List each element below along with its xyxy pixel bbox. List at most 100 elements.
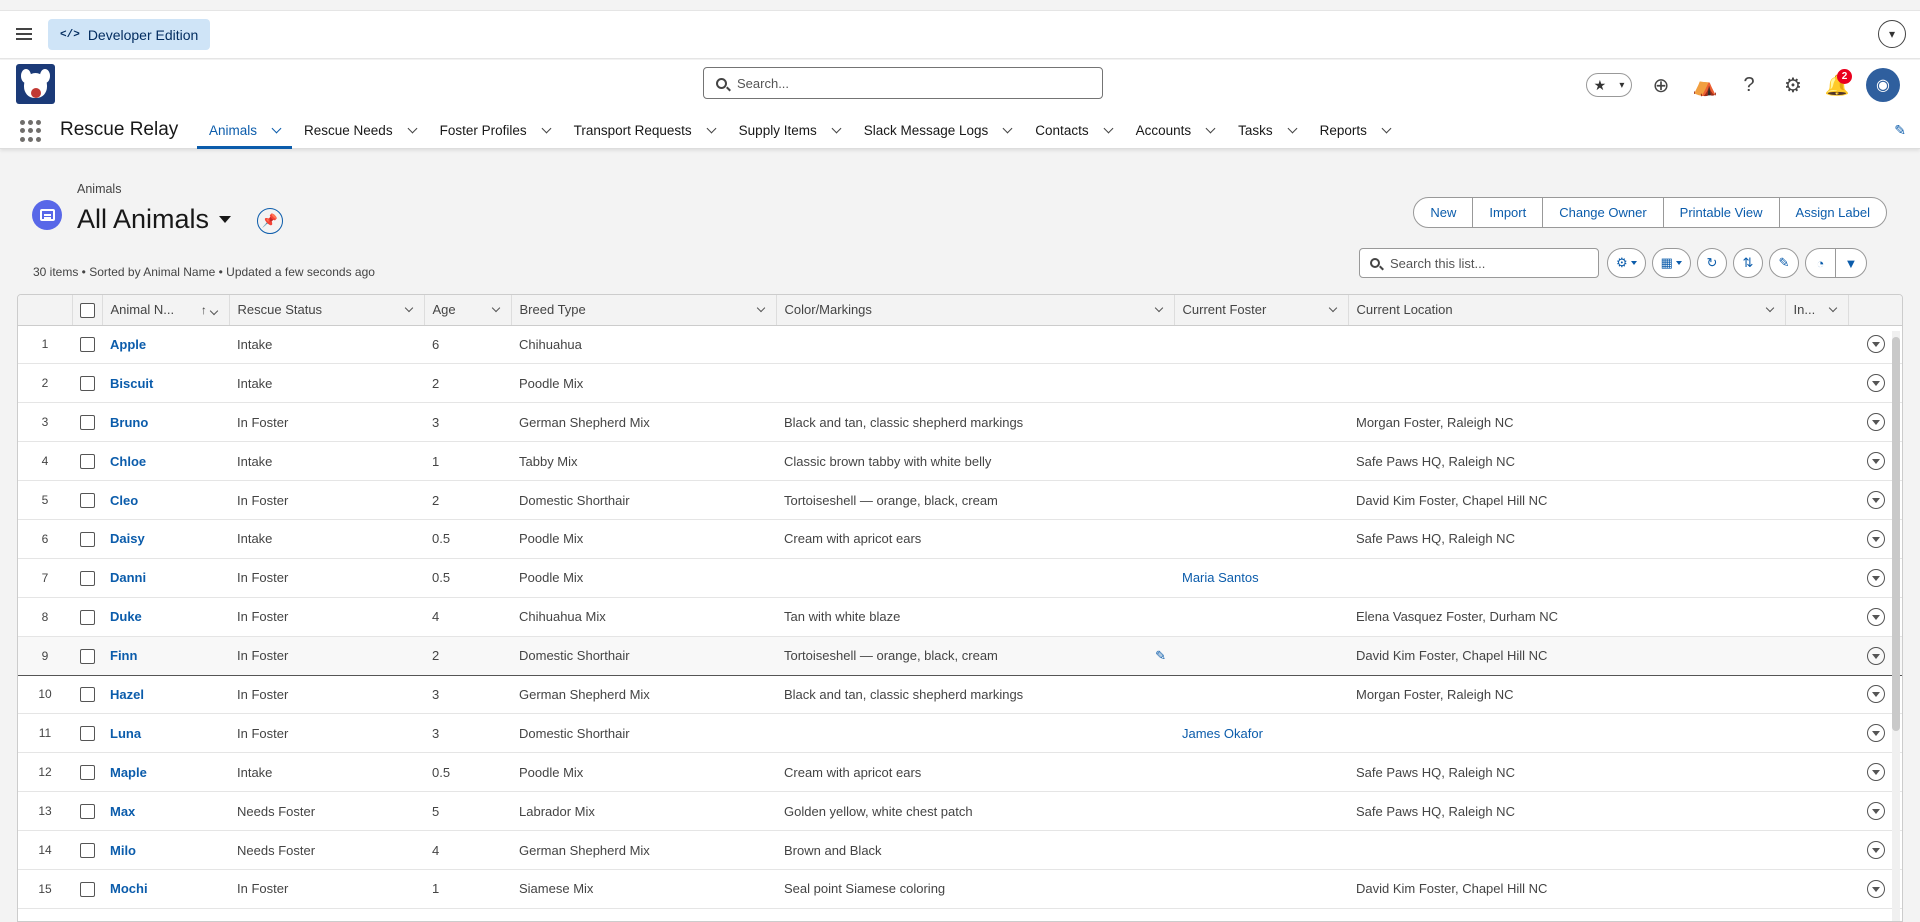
animal-name-link[interactable]: Maple xyxy=(102,752,229,793)
row-checkbox[interactable] xyxy=(79,609,95,625)
row-checkbox[interactable] xyxy=(79,454,95,470)
color-markings-cell[interactable]: Tortoiseshell — orange, black, cream ✎ xyxy=(776,636,1174,676)
row-actions-chevron-icon[interactable] xyxy=(1867,646,1885,665)
table-row[interactable]: 9 Finn In Foster 2 Domestic Shorthair Tortois… xyxy=(18,636,1902,676)
animal-name-link[interactable]: Daisy xyxy=(102,519,229,559)
chevron-down-icon[interactable] xyxy=(1205,123,1216,134)
row-checkbox[interactable] xyxy=(79,415,95,431)
developer-edition-badge[interactable]: </> Developer Edition xyxy=(48,19,211,50)
animal-name-link[interactable]: Hazel xyxy=(102,675,229,715)
chevron-down-icon[interactable] xyxy=(1002,123,1013,134)
animal-name-link[interactable]: Mochi xyxy=(102,869,229,909)
chevron-down-icon[interactable] xyxy=(756,303,765,312)
chevron-down-icon[interactable] xyxy=(1828,303,1837,312)
column-header-breed-type[interactable]: Breed Type xyxy=(511,295,777,326)
list-settings-button[interactable]: ⚙ xyxy=(1607,248,1646,278)
help-icon[interactable]: ? xyxy=(1734,70,1764,100)
row-checkbox[interactable] xyxy=(79,881,95,897)
tab-animals[interactable]: Animals xyxy=(197,112,293,149)
table-row[interactable]: 7 Danni In Foster 0.5 Poodle Mix Maria Santos xyxy=(18,558,1902,598)
inline-edit-pencil-icon[interactable]: ✎ xyxy=(1155,648,1166,664)
row-checkbox[interactable] xyxy=(79,648,95,664)
row-checkbox[interactable] xyxy=(79,843,95,859)
table-scrollbar[interactable] xyxy=(1892,331,1900,921)
table-row[interactable]: 14 Milo Needs Foster 4 German Shepherd Mix Br… xyxy=(18,830,1902,870)
table-row[interactable]: 8 Duke In Foster 4 Chihuahua Mix Tan with whi… xyxy=(18,597,1902,637)
row-actions-chevron-icon[interactable] xyxy=(1867,685,1885,704)
row-checkbox[interactable] xyxy=(79,570,95,586)
org-logo[interactable] xyxy=(16,64,55,104)
animal-name-link[interactable]: Milo xyxy=(102,830,229,870)
column-header-rescue-status[interactable]: Rescue Status xyxy=(229,295,425,326)
pin-list-icon[interactable]: 📌 xyxy=(257,208,283,234)
current-foster-link[interactable]: James Okafor xyxy=(1182,726,1263,741)
favorites-button[interactable]: ★ ▾ xyxy=(1586,73,1632,97)
table-row[interactable]: 15 Mochi In Foster 1 Siamese Mix Seal point S… xyxy=(18,869,1902,909)
row-actions-chevron-icon[interactable] xyxy=(1867,413,1885,432)
row-checkbox[interactable] xyxy=(79,765,95,781)
list-view-selector[interactable]: All Animals xyxy=(77,204,232,235)
filter-icon[interactable]: ▼ xyxy=(1836,249,1866,277)
assign-label-button[interactable]: Assign Label xyxy=(1780,198,1886,227)
chevron-down-icon[interactable] xyxy=(1381,123,1392,134)
row-checkbox[interactable] xyxy=(79,337,95,353)
printable-view-button[interactable]: Printable View xyxy=(1664,198,1780,227)
row-actions-chevron-icon[interactable] xyxy=(1867,879,1885,898)
row-actions-chevron-icon[interactable] xyxy=(1867,491,1885,509)
tab-tasks[interactable]: Tasks xyxy=(1226,112,1308,149)
table-row[interactable]: 12 Maple Intake 0.5 Poodle Mix Cream with apr… xyxy=(18,752,1902,793)
chevron-down-icon[interactable] xyxy=(706,123,717,134)
refresh-icon[interactable]: ↻ xyxy=(1696,248,1727,278)
chevron-down-icon[interactable] xyxy=(209,307,218,316)
chart-icon[interactable]: ◔ xyxy=(1806,249,1836,277)
tab-accounts[interactable]: Accounts xyxy=(1124,112,1227,149)
row-actions-chevron-icon[interactable] xyxy=(1867,529,1885,548)
tab-transport-requests[interactable]: Transport Requests xyxy=(562,112,727,149)
row-actions-chevron-icon[interactable] xyxy=(1867,841,1885,860)
tab-reports[interactable]: Reports xyxy=(1308,112,1402,149)
chevron-down-icon[interactable] xyxy=(1287,123,1298,134)
row-actions-chevron-icon[interactable] xyxy=(1867,607,1885,626)
chevron-down-icon[interactable] xyxy=(541,123,552,134)
animal-name-link[interactable]: Biscuit xyxy=(102,363,229,404)
row-actions-chevron-icon[interactable] xyxy=(1867,724,1885,743)
row-checkbox[interactable] xyxy=(79,726,95,742)
select-all-checkbox[interactable] xyxy=(79,302,95,318)
row-actions-chevron-icon[interactable] xyxy=(1867,374,1885,393)
import-button[interactable]: Import xyxy=(1473,198,1544,227)
table-row[interactable]: 2 Biscuit Intake 2 Poodle Mix xyxy=(18,363,1902,404)
animal-name-link[interactable]: Luna xyxy=(102,713,229,754)
animal-name-link[interactable]: Cleo xyxy=(102,480,229,520)
list-search-input[interactable]: Search this list... xyxy=(1359,248,1599,278)
table-row[interactable]: 10 Hazel In Foster 3 German Shepherd Mix Blac… xyxy=(18,675,1902,715)
sort-icon[interactable]: ⇅ xyxy=(1732,248,1763,278)
column-header-in[interactable]: In... xyxy=(1785,295,1849,326)
column-header-current-location[interactable]: Current Location xyxy=(1348,295,1786,326)
tab-foster-profiles[interactable]: Foster Profiles xyxy=(428,112,562,149)
table-row[interactable]: 4 Chloe Intake 1 Tabby Mix Classic brown tabb… xyxy=(18,441,1902,482)
chevron-down-icon[interactable] xyxy=(1328,303,1337,312)
chevron-down-icon[interactable] xyxy=(271,123,282,134)
current-foster-link[interactable]: Maria Santos xyxy=(1182,570,1259,585)
table-row[interactable]: 6 Daisy Intake 0.5 Poodle Mix Cream with apri… xyxy=(18,519,1902,559)
animal-name-link[interactable]: Bruno xyxy=(102,402,229,443)
tab-slack-message-logs[interactable]: Slack Message Logs xyxy=(852,112,1024,149)
row-actions-chevron-icon[interactable] xyxy=(1867,763,1885,782)
chevron-down-icon[interactable] xyxy=(491,303,500,312)
chevron-down-icon[interactable] xyxy=(831,123,842,134)
animal-name-link[interactable]: Finn xyxy=(102,636,229,676)
table-row[interactable]: 1 Apple Intake 6 Chihuahua xyxy=(18,325,1902,365)
table-row[interactable]: 11 Luna In Foster 3 Domestic Shorthair James … xyxy=(18,713,1902,754)
animal-name-link[interactable]: Danni xyxy=(102,558,229,598)
chevron-down-icon[interactable] xyxy=(404,303,413,312)
display-as-button[interactable]: ▦ xyxy=(1651,248,1691,278)
setup-gear-icon[interactable]: ⚙ xyxy=(1778,70,1808,100)
new-button[interactable]: New xyxy=(1414,198,1474,227)
table-row[interactable]: 5 Cleo In Foster 2 Domestic Shorthair Tortois… xyxy=(18,480,1902,520)
edit-nav-pencil-icon[interactable]: ✎ xyxy=(1894,122,1906,139)
row-checkbox[interactable] xyxy=(79,531,95,547)
chevron-down-icon[interactable] xyxy=(1765,303,1774,312)
app-launcher-icon[interactable] xyxy=(20,120,42,142)
tab-contacts[interactable]: Contacts xyxy=(1023,112,1123,149)
animal-name-link[interactable]: Apple xyxy=(102,325,229,365)
